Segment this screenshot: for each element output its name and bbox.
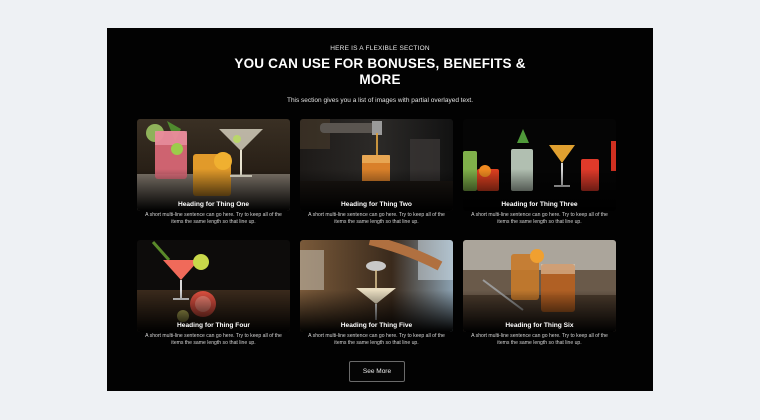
card-description: A short multi-line sentence can go here.… — [308, 333, 445, 346]
card-image — [463, 240, 616, 332]
feature-card-1: Heading for Thing One A short multi-line… — [137, 119, 290, 231]
card-description: A short multi-line sentence can go here.… — [145, 333, 282, 346]
card-description: A short multi-line sentence can go here.… — [308, 212, 445, 225]
card-heading: Heading for Thing Two — [341, 201, 412, 208]
card-heading: Heading for Thing Six — [505, 322, 574, 329]
section-intro: This section gives you a list of images … — [286, 97, 474, 104]
feature-card-3: Heading for Thing Three A short multi-li… — [463, 119, 616, 231]
card-heading: Heading for Thing Four — [177, 322, 250, 329]
card-image — [300, 119, 453, 211]
card-heading: Heading for Thing Three — [501, 201, 578, 208]
card-image — [463, 119, 616, 211]
section-title: YOU CAN USE FOR BONUSES, BENEFITS & MORE — [234, 56, 526, 87]
card-image — [137, 240, 290, 332]
card-image — [137, 119, 290, 211]
card-heading: Heading for Thing One — [177, 201, 250, 208]
feature-card-2: Heading for Thing Two A short multi-line… — [300, 119, 453, 231]
feature-card-4: Heading for Thing Four A short multi-lin… — [137, 240, 290, 352]
feature-card-6: Heading for Thing Six A short multi-line… — [463, 240, 616, 352]
card-heading: Heading for Thing Five — [340, 322, 413, 329]
card-description: A short multi-line sentence can go here.… — [471, 333, 608, 346]
feature-section: HERE IS A FLEXIBLE SECTION YOU CAN USE F… — [107, 28, 653, 391]
card-description: A short multi-line sentence can go here.… — [471, 212, 608, 225]
section-eyebrow: HERE IS A FLEXIBLE SECTION — [330, 45, 430, 52]
see-more-button[interactable]: See More — [349, 361, 405, 382]
card-image — [300, 240, 453, 332]
card-description: A short multi-line sentence can go here.… — [145, 212, 282, 225]
feature-card-5: Heading for Thing Five A short multi-lin… — [300, 240, 453, 352]
